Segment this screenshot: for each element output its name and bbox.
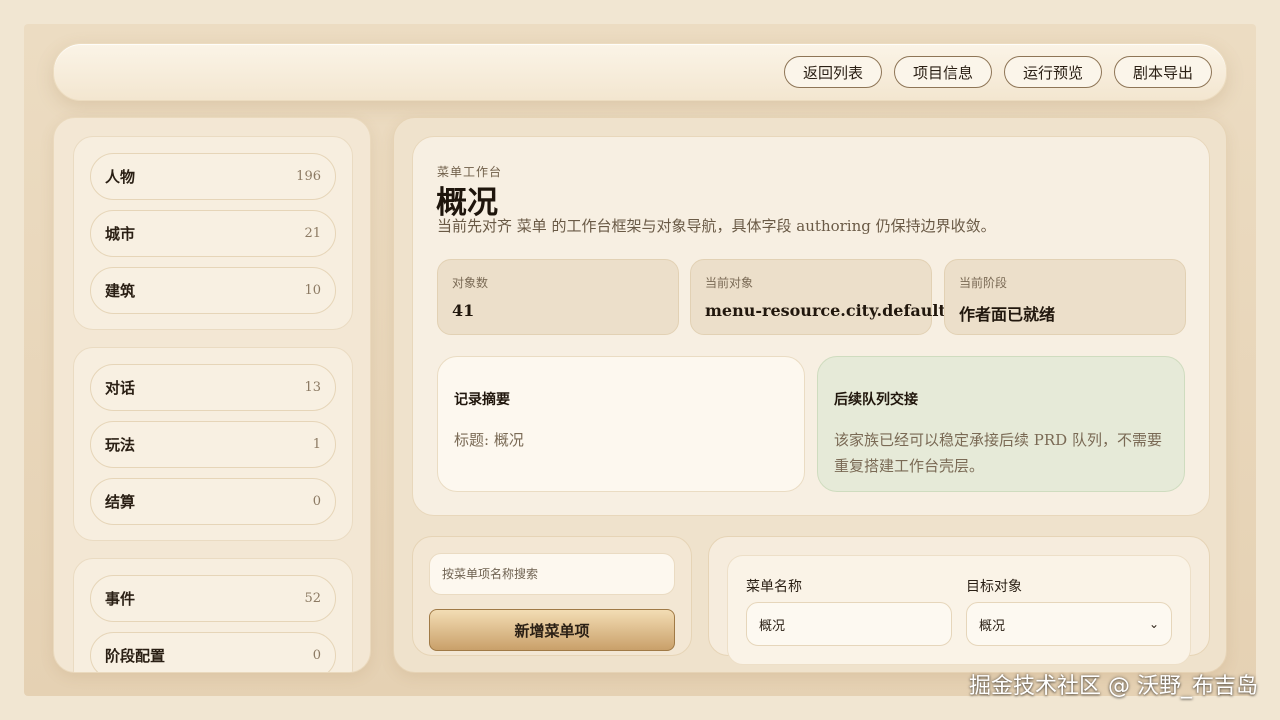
stat-value: 41 xyxy=(452,301,475,320)
sidebar-item-stage-config[interactable]: 阶段配置 0 xyxy=(90,632,336,672)
chevron-down-icon: ⌄ xyxy=(1148,617,1159,631)
sidebar-item-label: 对话 xyxy=(105,379,136,397)
stat-value: 作者面已就绪 xyxy=(959,305,1056,324)
card-title: 记录摘要 xyxy=(454,392,510,408)
sidebar-item-buildings[interactable]: 建筑 10 xyxy=(90,267,336,314)
overview-section: 菜单工作台 概况 当前先对齐 菜单 的工作台框架与对象导航，具体字段 autho… xyxy=(412,136,1210,516)
sidebar-item-cities[interactable]: 城市 21 xyxy=(90,210,336,257)
run-preview-button[interactable]: 运行预览 xyxy=(1003,56,1102,88)
menu-item-form: 菜单名称 概况 目标对象 概况 ⌄ xyxy=(727,555,1191,665)
back-to-list-button[interactable]: 返回列表 xyxy=(783,56,882,88)
card-body: 该家族已经可以稳定承接后续 PRD 队列，不需要重复搭建工作台壳层。 xyxy=(834,431,1162,475)
sidebar-item-label: 城市 xyxy=(105,225,136,243)
sidebar-item-settlement[interactable]: 结算 0 xyxy=(90,478,336,525)
menu-item-search-input[interactable] xyxy=(429,553,675,595)
sidebar-item-label: 阶段配置 xyxy=(105,647,166,665)
menu-name-input[interactable]: 概况 xyxy=(746,602,952,646)
queue-handoff-card: 后续队列交接 该家族已经可以稳定承接后续 PRD 队列，不需要重复搭建工作台壳层… xyxy=(817,356,1185,492)
page-description: 当前先对齐 菜单 的工作台框架与对象导航，具体字段 authoring 仍保持边… xyxy=(437,217,996,235)
menu-name-label: 菜单名称 xyxy=(746,579,802,595)
card-body: 标题: 概况 xyxy=(454,431,524,449)
top-toolbar: 返回列表 项目信息 运行预览 剧本导出 xyxy=(53,43,1227,101)
project-info-button[interactable]: 项目信息 xyxy=(893,56,992,88)
menu-item-search-panel: 新增菜单项 xyxy=(412,536,692,656)
sidebar-item-dialogues[interactable]: 对话 13 xyxy=(90,364,336,411)
stat-label: 当前对象 xyxy=(705,276,754,290)
toolbar-actions: 返回列表 项目信息 运行预览 剧本导出 xyxy=(783,56,1212,88)
watermark: 掘金技术社区 @ 沃野_布吉岛 xyxy=(969,674,1258,699)
sidebar-item-gameplay[interactable]: 玩法 1 xyxy=(90,421,336,468)
target-object-label: 目标对象 xyxy=(966,579,1022,595)
add-menu-item-button[interactable]: 新增菜单项 xyxy=(429,609,675,651)
sidebar-item-label: 事件 xyxy=(105,590,136,608)
record-summary-card: 记录摘要 标题: 概况 xyxy=(437,356,805,492)
sidebar-item-count: 21 xyxy=(304,226,321,241)
stat-label: 对象数 xyxy=(452,276,489,290)
sidebar-item-label: 结算 xyxy=(105,493,136,511)
sidebar-item-count: 52 xyxy=(304,591,321,606)
sidebar-group-flow: 事件 52 阶段配置 0 xyxy=(73,558,353,672)
stat-current-object: 当前对象 menu-resource.city.default:0 xyxy=(690,259,963,335)
main-panel: 菜单工作台 概况 当前先对齐 菜单 的工作台框架与对象导航，具体字段 autho… xyxy=(393,117,1227,673)
stat-current-stage: 当前阶段 作者面已就绪 xyxy=(944,259,1186,335)
sidebar-item-label: 建筑 xyxy=(105,282,136,300)
menu-item-form-panel: 菜单名称 概况 目标对象 概况 ⌄ xyxy=(708,536,1210,665)
sidebar-item-characters[interactable]: 人物 196 xyxy=(90,153,336,200)
sidebar-item-count: 1 xyxy=(312,437,321,452)
sidebar-item-label: 人物 xyxy=(105,168,136,186)
card-title: 后续队列交接 xyxy=(834,392,918,408)
sidebar-item-count: 0 xyxy=(312,648,321,663)
target-object-select[interactable]: 概况 ⌄ xyxy=(966,602,1172,646)
sidebar-item-count: 196 xyxy=(296,169,321,184)
stat-value: menu-resource.city.default:0 xyxy=(705,301,963,320)
sidebar-group-content: 对话 13 玩法 1 结算 0 xyxy=(73,347,353,541)
sidebar-item-count: 0 xyxy=(312,494,321,509)
script-export-button[interactable]: 剧本导出 xyxy=(1113,56,1212,88)
sidebar-item-count: 13 xyxy=(304,380,321,395)
sidebar: 人物 196 城市 21 建筑 10 对话 13 玩法 1 结算 0 事件 52 xyxy=(53,117,371,673)
sidebar-item-count: 10 xyxy=(304,283,321,298)
sidebar-group-world: 人物 196 城市 21 建筑 10 xyxy=(73,136,353,330)
sidebar-item-label: 玩法 xyxy=(105,436,136,454)
stat-label: 当前阶段 xyxy=(959,276,1008,290)
sidebar-item-events[interactable]: 事件 52 xyxy=(90,575,336,622)
target-object-value: 概况 xyxy=(979,618,1006,634)
stat-object-count: 对象数 41 xyxy=(437,259,679,335)
